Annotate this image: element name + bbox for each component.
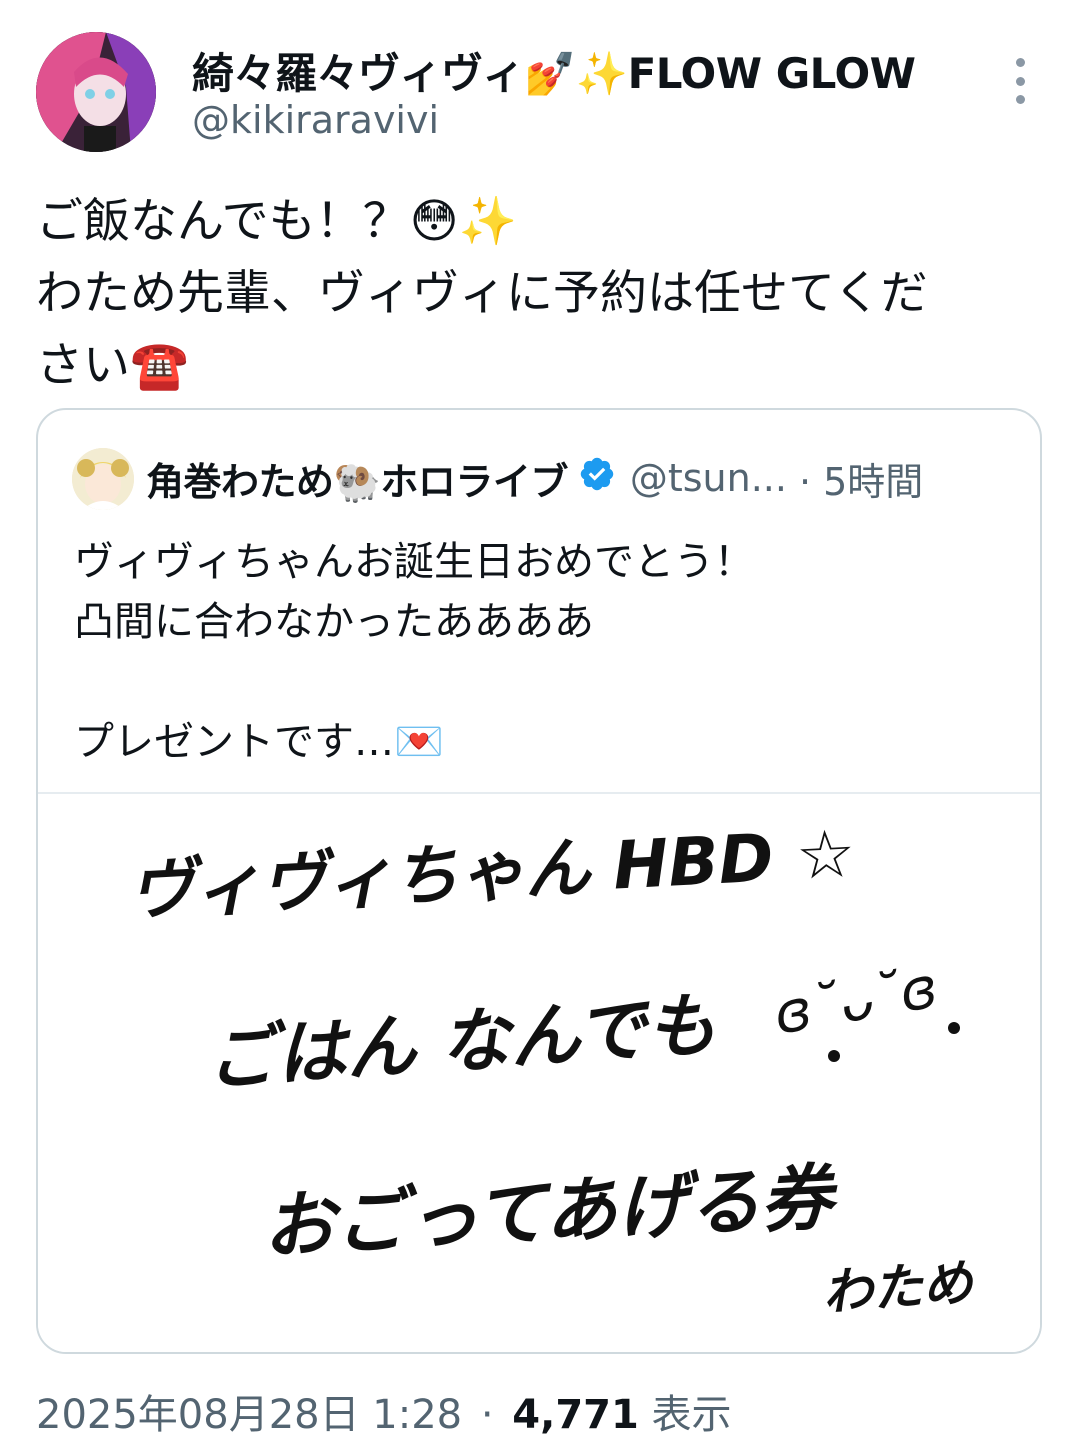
face-dot-left bbox=[828, 1050, 840, 1062]
image-handwriting-line3: おごってあげる券 bbox=[260, 1155, 841, 1269]
tweet-line: わため先輩、ヴィヴィに予約は任せてくだ bbox=[36, 266, 928, 321]
more-options-icon[interactable] bbox=[1000, 58, 1040, 104]
image-handwriting-line1: ヴィヴィちゃん HBD ☆ bbox=[127, 815, 857, 930]
quoted-tweet-image[interactable]: ヴィヴィちゃん HBD ☆ ごはん なんでも おごってあげる券 わため ɞ˘ᴗ˘… bbox=[38, 792, 1040, 1352]
tweet-footer: 2025年08月28日 1:28 · 4,771 表示 bbox=[36, 1382, 732, 1440]
views-count: 4,771 bbox=[512, 1392, 639, 1438]
quoted-tweet-time[interactable]: · 5時間 bbox=[799, 451, 923, 506]
quoted-tweet-line: ヴィヴィちゃんお誕生日おめでとう！ bbox=[74, 539, 754, 585]
quoted-tweet-card[interactable]: 角巻わため🐏ホロライブ @tsun... · 5時間 ヴィヴィちゃんお誕生日おめ… bbox=[36, 408, 1042, 1354]
image-handwriting-signature: わため bbox=[821, 1254, 977, 1322]
tweet-line: さい☎️ bbox=[36, 338, 189, 393]
tweet-timestamp[interactable]: 2025年08月28日 1:28 bbox=[36, 1392, 462, 1438]
face-dot-right bbox=[948, 1022, 960, 1034]
views-label: 表示 bbox=[651, 1392, 732, 1438]
tweet-line: ご飯なんでも！？😳✨ bbox=[36, 194, 518, 249]
quoted-author-handle[interactable]: @tsun... bbox=[630, 456, 787, 500]
quoted-tweet-line: 凸間に合わなかったああああ bbox=[74, 599, 594, 645]
quoted-tweet-line: プレゼントです…💌 bbox=[74, 719, 444, 765]
author-avatar[interactable] bbox=[36, 32, 156, 152]
tweet-text: ご飯なんでも！？😳✨ わため先輩、ヴィヴィに予約は任せてくだ さい☎️ bbox=[36, 186, 1046, 402]
quoted-author-display-name[interactable]: 角巻わため🐏ホロライブ bbox=[146, 451, 568, 506]
image-handwriting-line2: ごはん なんでも bbox=[203, 984, 718, 1101]
image-handwriting-face: ɞ˘ᴗ˘ɞ bbox=[769, 955, 942, 1048]
quoted-author-avatar[interactable] bbox=[72, 448, 134, 510]
verified-badge-icon bbox=[578, 455, 616, 502]
footer-separator: · bbox=[480, 1392, 494, 1438]
quoted-tweet-text: ヴィヴィちゃんお誕生日おめでとう！ 凸間に合わなかったああああ プレゼントです…… bbox=[74, 532, 754, 772]
author-display-name[interactable]: 綺々羅々ヴィヴィ💅✨FLOW GLOW bbox=[192, 40, 916, 101]
author-handle[interactable]: @kikiraravivi bbox=[192, 98, 439, 142]
quoted-tweet-header: 角巻わため🐏ホロライブ @tsun... · 5時間 bbox=[146, 450, 923, 506]
quoted-tweet-line bbox=[74, 652, 754, 712]
